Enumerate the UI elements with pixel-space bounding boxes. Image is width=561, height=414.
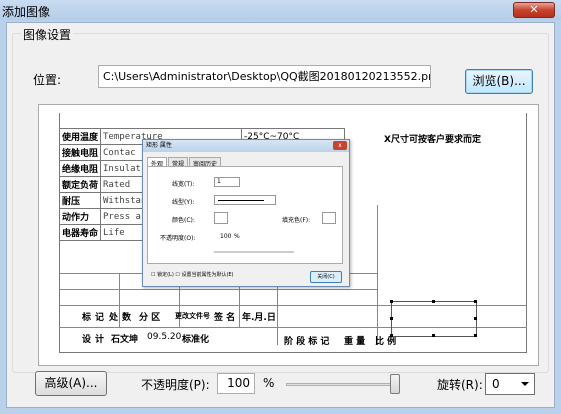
title-block-cell: 记 [95, 313, 105, 323]
close-icon: ✕ [529, 3, 539, 16]
embedded-lock-option: ☐ 锁定(L) ☐ 设置当前属性为默认(E) [151, 272, 234, 278]
resize-handle[interactable] [390, 334, 393, 337]
size-note: X尺寸可按客户要求而定 [384, 135, 481, 145]
resize-handle[interactable] [474, 317, 477, 320]
title-block-cell: 签 名 [214, 313, 236, 323]
chevron-down-icon [521, 382, 529, 386]
spec-key: 耐压 [58, 192, 102, 209]
spec-key: 动作力 [58, 208, 102, 225]
add-image-dialog: 添加图像 ✕ 图像设置 位置: C:\Users\Administrator\D… [0, 0, 561, 414]
percent-sign: % [263, 376, 275, 390]
resize-handle[interactable] [432, 300, 435, 303]
rotation-label: 旋转(R): [437, 378, 483, 392]
spec-key: 额定负荷 [58, 176, 102, 193]
grid-line [377, 205, 378, 345]
opacity-slider-track[interactable] [286, 383, 398, 386]
resize-handle[interactable] [432, 334, 435, 337]
embedded-line-style-label: 线型(Y): [172, 199, 195, 206]
title-block-cell: 数 [122, 313, 132, 323]
embedded-dialog-title: 矩形 属性 [143, 140, 349, 152]
embedded-close-icon: x [333, 141, 347, 150]
title-block-cell: 计 [95, 335, 105, 345]
resize-handle[interactable] [390, 317, 393, 320]
resize-handle[interactable] [474, 334, 477, 337]
opacity-label: 不透明度(P): [141, 378, 210, 392]
embedded-properties-dialog: 矩形 属性 x 外观 常规 审阅历史 线宽(T): 1 线型(Y): 颜色(C): … [142, 139, 350, 287]
rotation-select[interactable]: 0 [485, 373, 535, 395]
image-settings-legend: 图像设置 [21, 26, 74, 43]
embedded-fill-swatch [322, 212, 336, 224]
title-block-cell: 分 区 [139, 313, 161, 323]
embedded-lock-label: 锁定(L) [157, 272, 174, 278]
title-block-cell: 处 [109, 313, 119, 323]
title-block-cell: 更改文件号 [175, 312, 210, 320]
title-block-cell: 石文坤 [111, 335, 139, 345]
grid-line [59, 289, 377, 290]
resize-handle[interactable] [390, 300, 393, 303]
embedded-line-width-value: 1 [217, 178, 221, 185]
embedded-panel: 线宽(T): 1 线型(Y): 颜色(C): 填充色(F): 不透明度(O): … [147, 166, 343, 264]
embedded-opacity-slider [214, 251, 294, 253]
selected-rectangle[interactable] [391, 301, 477, 337]
embedded-line-width-label: 线宽(T): [172, 181, 195, 188]
embedded-opacity-unit: % [234, 233, 240, 240]
title-block-cell: 标准化 [182, 335, 210, 345]
close-button[interactable]: ✕ [513, 2, 555, 18]
embedded-fill-color-label: 填充色(F): [282, 217, 311, 224]
spec-key: 电器寿命 [58, 224, 102, 241]
embedded-opacity-value: 100 [220, 233, 232, 240]
embedded-close-button: 关闭(C) [310, 271, 342, 283]
title-block-cell: 09.5.20 [147, 332, 182, 342]
embedded-default-label: 设置当前属性为默认(E) [181, 272, 234, 278]
opacity-slider-thumb[interactable] [390, 374, 400, 394]
title-block-cell: 设 [82, 335, 92, 345]
rotation-value: 0 [492, 377, 500, 391]
location-label: 位置: [33, 73, 62, 87]
spec-key: 绝缘电阻 [58, 160, 102, 177]
grid-line [119, 273, 120, 327]
spec-key: 接触电阻 [58, 144, 102, 161]
embedded-line-style-select [214, 195, 276, 205]
path-field[interactable]: C:\Users\Administrator\Desktop\QQ截图20180… [98, 65, 431, 88]
embedded-color-swatch [214, 212, 228, 224]
spec-key: 使用温度 [58, 128, 102, 145]
embedded-color-label: 颜色(C): [172, 217, 195, 224]
title-block-cell: 标 [82, 313, 92, 323]
opacity-input[interactable]: 100 [217, 373, 255, 394]
window-title: 添加图像 [2, 5, 51, 19]
resize-handle[interactable] [474, 300, 477, 303]
advanced-button[interactable]: 高级(A)... [35, 371, 107, 396]
embedded-opacity-label: 不透明度(O): [160, 235, 196, 242]
browse-button[interactable]: 浏览(B)... [465, 69, 533, 94]
title-bar[interactable]: 添加图像 ✕ [0, 0, 561, 20]
title-block-cell: 阶 段 标 记 [284, 337, 330, 347]
title-block-cell: 年.月.日 [242, 313, 276, 323]
embedded-line-width-field: 1 [214, 177, 240, 187]
title-block-cell: 重 量 [344, 337, 366, 347]
